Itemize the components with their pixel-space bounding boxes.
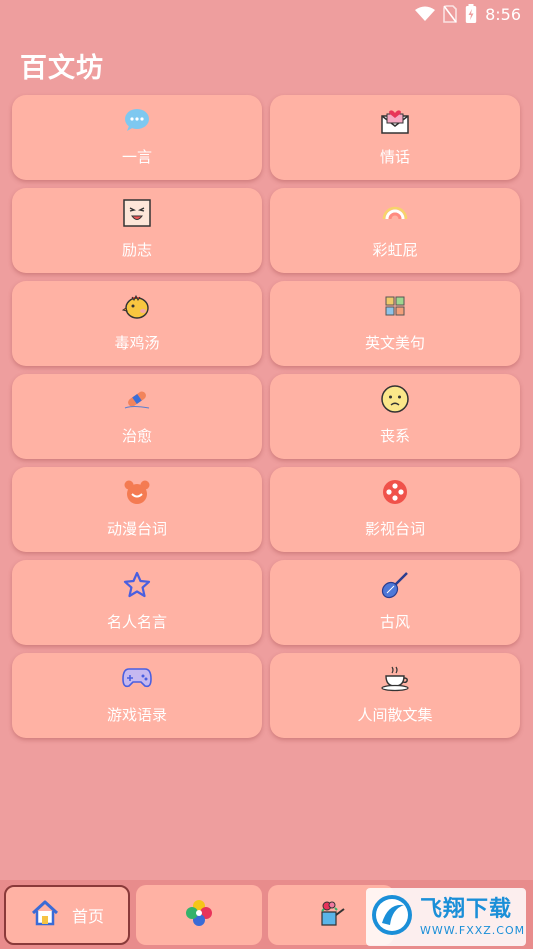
category-label: 名人名言	[106, 613, 167, 631]
pipa-icon	[380, 570, 410, 600]
category-label: 游戏语录	[106, 706, 167, 724]
category-card-yingwenmeiju[interactable]: 英文美句	[270, 281, 520, 366]
category-card-yiyan[interactable]: 一言	[12, 95, 262, 180]
nav-home[interactable]: 首页	[4, 884, 130, 945]
category-card-renjiansanwenji[interactable]: 人间散文集	[270, 653, 520, 738]
wifi-icon	[415, 6, 436, 22]
watermark-logo-icon	[370, 893, 414, 941]
status-bar: 8:56	[0, 0, 533, 28]
category-grid: 一言 情话 励志 彩虹屁 毒鸡汤 英文美句 治愈 丧系 动漫台词 影视台词 名人…	[12, 95, 521, 738]
category-card-dujitang[interactable]: 毒鸡汤	[12, 281, 262, 366]
category-card-qinghua[interactable]: 情话	[270, 95, 520, 180]
category-label: 彩虹屁	[372, 241, 418, 259]
category-card-lizhi[interactable]: 励志	[12, 188, 262, 273]
category-card-yingshitaici[interactable]: 影视台词	[270, 467, 520, 552]
category-label: 人间散文集	[357, 706, 433, 724]
status-time: 8:56	[485, 4, 521, 24]
chat-bubble-icon	[122, 105, 152, 135]
nav-discover[interactable]	[136, 884, 262, 945]
star-icon	[122, 570, 152, 600]
watermark-main-text: 飞翔下载	[420, 896, 513, 922]
page-title: 百文坊	[20, 53, 104, 84]
category-label: 情话	[379, 148, 410, 166]
category-card-caihongpi[interactable]: 彩虹屁	[270, 188, 520, 273]
battery-charging-icon	[465, 4, 477, 24]
chick-icon	[122, 291, 152, 321]
category-card-dongmantaici[interactable]: 动漫台词	[12, 467, 262, 552]
watermark: 飞翔下载 WWW.FXXZ.COM	[366, 888, 526, 946]
gamepad-icon	[122, 663, 152, 693]
love-letter-icon	[380, 105, 410, 135]
category-card-youxiyulu[interactable]: 游戏语录	[12, 653, 262, 738]
bear-icon	[122, 477, 152, 507]
category-card-sangxi[interactable]: 丧系	[270, 374, 520, 459]
home-icon	[30, 899, 60, 931]
category-card-mingrenmingyan[interactable]: 名人名言	[12, 560, 262, 645]
letter-blocks-icon	[380, 291, 410, 321]
pinwheel-icon	[184, 898, 214, 932]
category-label: 古风	[379, 613, 410, 631]
film-reel-icon	[380, 477, 410, 507]
no-sim-icon	[443, 5, 457, 23]
watering-can-icon	[315, 898, 347, 932]
bandage-icon	[122, 384, 152, 414]
category-label: 动漫台词	[106, 520, 167, 538]
category-label: 治愈	[121, 427, 152, 445]
watermark-sub-text: WWW.FXXZ.COM	[420, 923, 526, 937]
nav-home-label: 首页	[71, 906, 104, 926]
category-label: 一言	[121, 148, 152, 166]
category-card-gufeng[interactable]: 古风	[270, 560, 520, 645]
category-label: 英文美句	[364, 334, 425, 352]
category-label: 励志	[121, 241, 152, 259]
category-label: 毒鸡汤	[114, 334, 160, 352]
category-label: 丧系	[379, 427, 410, 445]
rainbow-icon	[380, 198, 410, 228]
sad-face-icon	[380, 384, 410, 414]
cheer-face-icon	[122, 198, 152, 228]
teacup-icon	[380, 663, 410, 693]
category-label: 影视台词	[364, 520, 425, 538]
category-card-zhiyu[interactable]: 治愈	[12, 374, 262, 459]
